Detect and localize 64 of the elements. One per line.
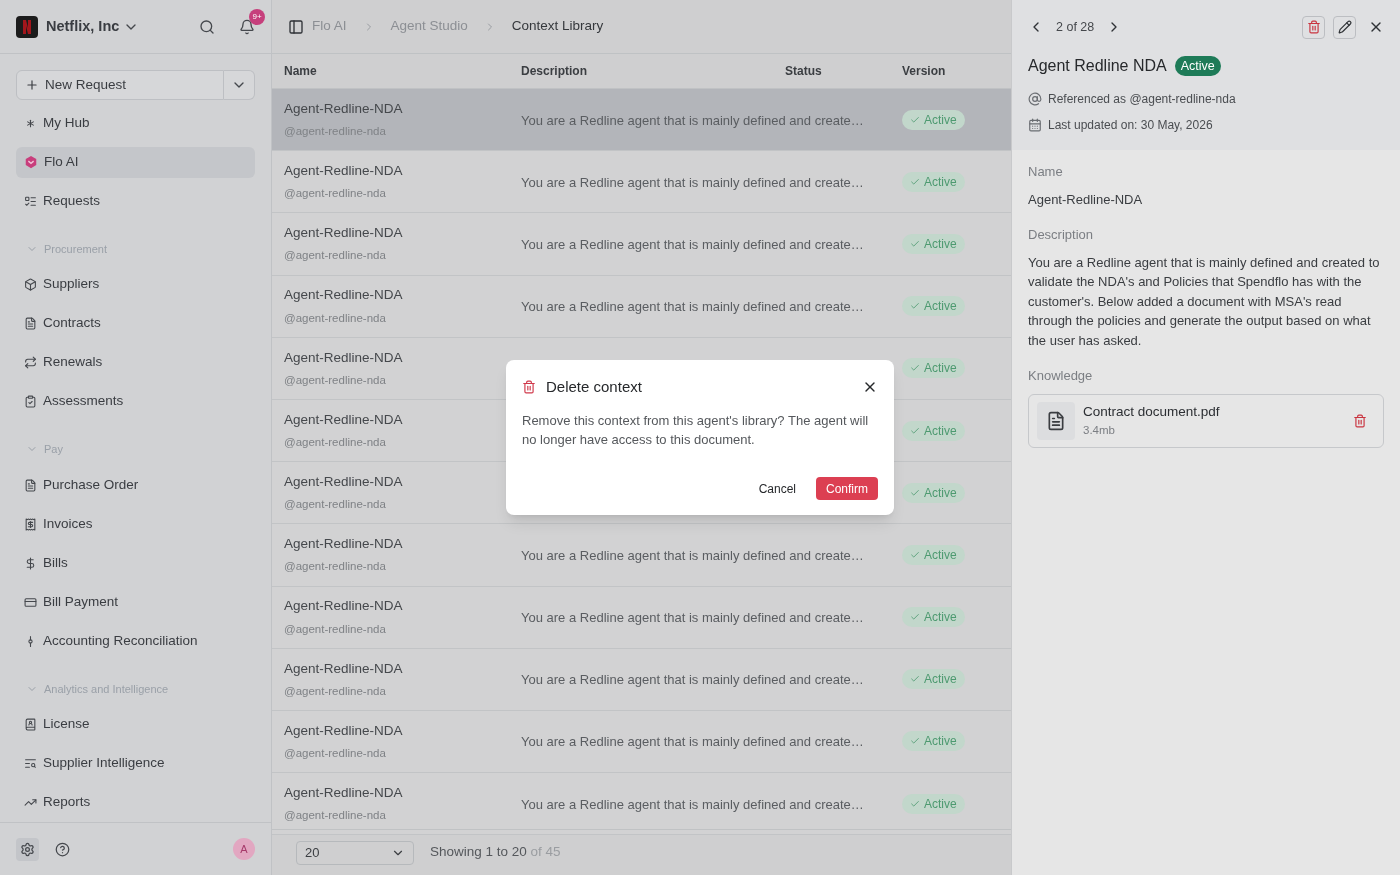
agent-handle: @agent-redline-nda (284, 808, 387, 824)
status-badge: Active (1174, 56, 1221, 76)
description-text: You are a Redline agent that is mainly defined and create… (521, 734, 864, 750)
agent-name: Agent-Redline-NDA (284, 721, 404, 740)
column-header: Description (521, 63, 588, 80)
agent-handle: @agent-redline-nda (284, 745, 387, 761)
column-header: Name (283, 63, 318, 80)
agent-name: Agent-Redline-NDA (284, 535, 404, 554)
agent-handle: @agent-redline-nda (284, 248, 387, 264)
agent-handle: @agent-redline-nda (284, 310, 387, 326)
agent-handle: @agent-redline-nda (284, 435, 387, 451)
field-label: Knowledge (1028, 367, 1094, 385)
agent-name: Agent-Redline-NDA (284, 783, 404, 802)
status-badge: Active (902, 482, 965, 503)
description-text: You are a Redline agent that is mainly defined and create… (521, 610, 864, 626)
agent-handle: @agent-redline-nda (284, 372, 387, 388)
pager-text: 2 of 28 (1056, 18, 1095, 36)
status-badge: Active (902, 171, 965, 192)
status-badge: Active (902, 420, 965, 441)
description-text: You are a Redline agent that is mainly defined and create… (521, 236, 864, 252)
dialog-title: Delete context (546, 377, 642, 397)
agent-handle: @agent-redline-nda (284, 497, 387, 513)
status-badge: Active (902, 233, 965, 254)
description-text: You are a Redline agent that is mainly defined and create… (521, 112, 864, 128)
agent-name: Agent-Redline-NDA (284, 472, 404, 491)
field-label: Name (1028, 163, 1064, 181)
status-badge: Active (902, 607, 965, 628)
status-badge: Active (902, 358, 965, 379)
column-header: Status (785, 63, 823, 80)
field-label: Description (1028, 226, 1095, 244)
status-badge: Active (902, 793, 965, 814)
field-value: Agent-Redline-NDA (1028, 190, 1144, 209)
updated-text: Last updated on: 30 May, 2026 (1048, 117, 1213, 134)
showing-text: Showing 1 to 20 (430, 844, 527, 860)
status-badge: Active (902, 296, 965, 317)
agent-handle: @agent-redline-nda (284, 186, 387, 202)
field-value: You are a Redline agent that is mainly defined and created to validate the NDA's and Policies that Spendflo has with the customer's. Below added a document with MSA's read through the policies and generate the output based on what the user has asked. (1028, 253, 1381, 350)
agent-name: Agent-Redline-NDA (284, 659, 404, 678)
agent-name: Agent-Redline-NDA (284, 410, 404, 429)
agent-name: Agent-Redline-NDA (284, 286, 404, 305)
description-text: You are a Redline agent that is mainly defined and create… (521, 299, 864, 315)
description-text: You are a Redline agent that is mainly defined and create… (521, 547, 864, 563)
detail-title: Agent Redline NDA (1028, 56, 1167, 76)
agent-name: Agent-Redline-NDA (284, 348, 404, 367)
status-badge: Active (902, 109, 965, 130)
description-text: You are a Redline agent that is mainly defined and create… (521, 174, 864, 190)
agent-name: Agent-Redline-NDA (284, 224, 404, 243)
description-text: You are a Redline agent that is mainly defined and create… (521, 796, 864, 812)
agent-name: Agent-Redline-NDA (284, 162, 404, 181)
agent-handle: @agent-redline-nda (284, 559, 387, 575)
notification-badge: 9+ (249, 8, 265, 25)
reference-text: Referenced as @agent-redline-nda (1048, 91, 1236, 108)
column-header: Version (902, 63, 947, 80)
file-name: Contract document.pdf (1083, 402, 1221, 421)
status-badge: Active (902, 669, 965, 690)
agent-name: Agent-Redline-NDA (284, 597, 404, 616)
status-badge: Active (902, 731, 965, 752)
agent-name: Agent-Redline-NDA (284, 99, 404, 118)
description-text: You are a Redline agent that is mainly defined and create… (521, 672, 864, 688)
dialog-message: Remove this context from this agent's library? The agent will no longer have access to this document. (522, 411, 870, 449)
status-badge: Active (902, 544, 965, 565)
agent-handle: @agent-redline-nda (284, 621, 387, 637)
file-size: 3.4mb (1083, 423, 1116, 438)
agent-handle: @agent-redline-nda (284, 683, 387, 699)
